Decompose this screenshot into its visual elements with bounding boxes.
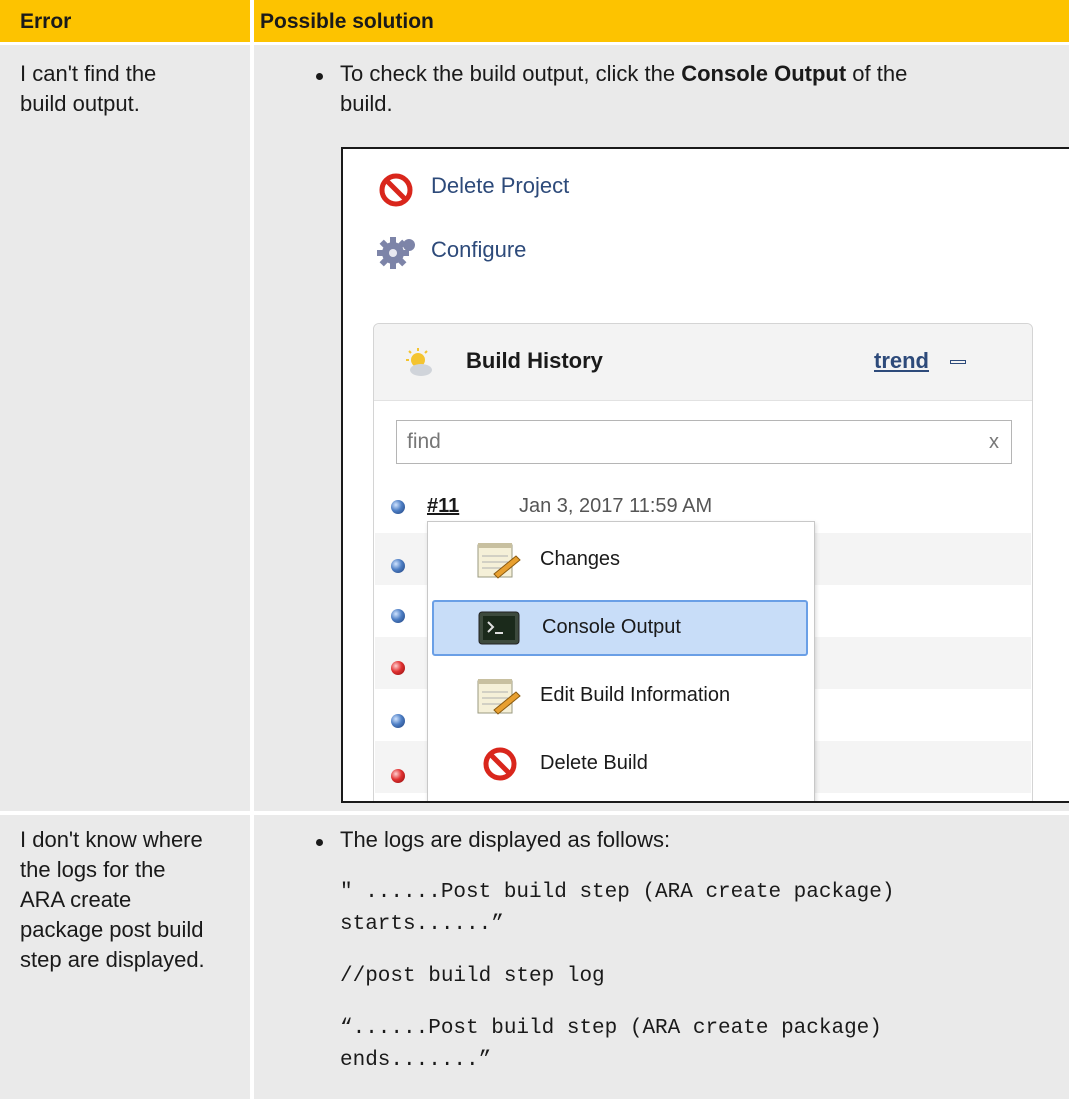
header-solution-label: Possible solution [260, 10, 434, 33]
clear-find-icon[interactable]: x [989, 431, 999, 454]
no-entry-icon [483, 747, 517, 781]
solution-text: To check the build output, click the [340, 61, 682, 86]
blue-ball-icon [391, 609, 405, 623]
blue-ball-icon [391, 500, 405, 514]
row2-intro: The logs are displayed as follows: [340, 827, 671, 852]
row2-error-line: step are displayed. [20, 947, 205, 972]
code-line: //post build step log [340, 965, 605, 988]
blue-ball-icon [391, 714, 405, 728]
delete-project-link[interactable]: Delete Project [431, 173, 569, 199]
configure-link[interactable]: Configure [431, 237, 526, 263]
code-line: “......Post build step (ARA create packa… [340, 1017, 882, 1040]
collapse-icon[interactable] [950, 360, 966, 364]
row2-error-line: package post build [20, 917, 204, 942]
code-line: " ......Post build step (ARA create pack… [340, 881, 895, 904]
menu-item-changes[interactable]: Changes [432, 532, 808, 588]
header-error-label: Error [20, 10, 72, 33]
row1-error-text: I can't find the build output. [20, 59, 156, 119]
notepad-pencil-icon [477, 679, 521, 715]
find-placeholder: find [407, 430, 441, 453]
build-history-header: Build History trend [374, 324, 1032, 401]
terminal-icon [478, 611, 520, 645]
row2-error-line: ARA create [20, 887, 132, 912]
bullet-icon [316, 839, 323, 846]
row2-error-text: I don't know where the logs for the ARA … [20, 825, 205, 975]
row2-error-line: I don't know where [20, 827, 203, 852]
menu-item-label: Delete Build [540, 752, 648, 774]
red-ball-icon [391, 661, 405, 675]
notepad-pencil-icon [477, 543, 521, 579]
row1-error-cell: I can't find the build output. [0, 45, 250, 811]
console-output-emphasis: Console Output [681, 61, 847, 86]
weather-sun-cloud-icon [406, 348, 432, 376]
code-line: starts......” [340, 913, 504, 936]
solution-text: build. [340, 91, 393, 116]
build-date: Jan 3, 2017 11:59 AM [519, 495, 713, 517]
menu-item-edit-build-information[interactable]: Edit Build Information [432, 668, 808, 724]
build-number-link[interactable]: #11 [427, 495, 459, 518]
row1-error-line: I can't find the [20, 61, 157, 86]
red-ball-icon [391, 769, 405, 783]
row2-error-cell: I don't know where the logs for the ARA … [0, 815, 250, 1099]
menu-item-label: Console Output [542, 616, 681, 638]
menu-item-delete-build[interactable]: Delete Build [432, 736, 808, 792]
bullet-icon [316, 73, 323, 80]
jenkins-screenshot: Delete Project Configure Build History t… [341, 147, 1069, 803]
header-solution: Possible solution [254, 0, 1069, 42]
blue-ball-icon [391, 559, 405, 573]
gear-icon [377, 237, 415, 269]
row1-error-line: build output. [20, 91, 140, 116]
code-line: ends.......” [340, 1049, 492, 1072]
find-input[interactable]: find x [396, 420, 1012, 464]
trend-link[interactable]: trend [874, 348, 929, 374]
row2-error-line: the logs for the [20, 857, 166, 882]
solution-text: of the [846, 61, 908, 86]
build-history-title: Build History [466, 348, 603, 373]
row1-solution-text: To check the build output, click the Con… [340, 59, 1040, 119]
menu-item-label: Changes [540, 548, 621, 570]
menu-item-console-output[interactable]: Console Output [432, 600, 808, 656]
no-entry-icon [379, 173, 413, 207]
menu-item-label: Edit Build Information [540, 684, 731, 706]
header-error: Error [0, 0, 250, 42]
build-context-menu: Changes Console Output Edit Build Inform… [427, 521, 815, 801]
row2-solution-cell: The logs are displayed as follows: " ...… [254, 815, 1069, 1099]
